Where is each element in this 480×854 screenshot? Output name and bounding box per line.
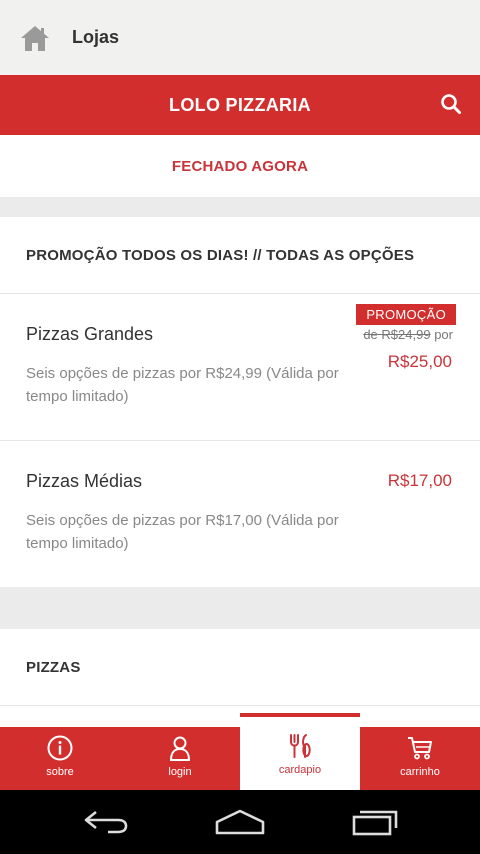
info-icon [47, 735, 73, 761]
cutlery-icon [290, 734, 311, 758]
item-price: R$17,00 [387, 471, 452, 490]
nav-label: carrinho [400, 766, 440, 778]
page-title: Lojas [72, 27, 120, 47]
section-title: PIZZAS [0, 629, 480, 706]
system-nav-bar [0, 790, 480, 854]
top-bar: Lojas [0, 0, 480, 75]
nav-sobre[interactable]: sobre [0, 727, 120, 790]
menu-item-pizzas-grandes[interactable]: Pizzas Grandes Seis opções de pizzas por… [0, 294, 480, 441]
promo-badge: PROMOÇÃO [356, 304, 456, 325]
status-text: FECHADO AGORA [171, 157, 309, 175]
back-icon[interactable] [82, 808, 130, 836]
item-name: Pizzas Médias [26, 471, 143, 491]
user-icon [169, 736, 191, 761]
search-icon[interactable] [440, 93, 462, 115]
section-title: PROMOÇÃO TODOS OS DIAS! // TODAS AS OPÇÕ… [0, 217, 480, 294]
old-price-prefix: de [363, 327, 378, 342]
nav-label: login [168, 766, 192, 778]
store-name: LOLO PIZZARIA [169, 94, 311, 115]
cart-icon [408, 737, 432, 760]
menu-item-pizzas-medias[interactable]: Pizzas Médias Seis opções de pizzas por … [0, 441, 480, 588]
store-status: FECHADO AGORA [0, 135, 480, 197]
old-price-suffix: por [434, 327, 453, 342]
nav-cardapio[interactable]: cardapio [240, 713, 360, 790]
old-price: de R$24,99 por [363, 327, 453, 342]
item-description: Seis opções de pizzas por R$24,99 (Válid… [26, 365, 339, 405]
home-nav-icon[interactable] [214, 808, 266, 836]
recent-apps-icon[interactable] [350, 808, 400, 836]
item-description: Seis opções de pizzas por R$17,00 (Válid… [26, 512, 339, 552]
item-price: R$25,00 [387, 352, 452, 371]
nav-login[interactable]: login [120, 727, 240, 790]
nav-label: sobre [46, 766, 74, 778]
bottom-nav: sobre login cardapio carrinho [0, 713, 480, 790]
item-name: Pizzas Grandes [26, 324, 154, 344]
nav-label: cardapio [278, 764, 322, 776]
old-price-value: R$24,99 [381, 327, 431, 342]
nav-carrinho[interactable]: carrinho [360, 727, 480, 790]
home-icon[interactable] [20, 24, 50, 52]
promo-section: PROMOÇÃO TODOS OS DIAS! // TODAS AS OPÇÕ… [0, 217, 480, 587]
store-bar: LOLO PIZZARIA [0, 75, 480, 135]
